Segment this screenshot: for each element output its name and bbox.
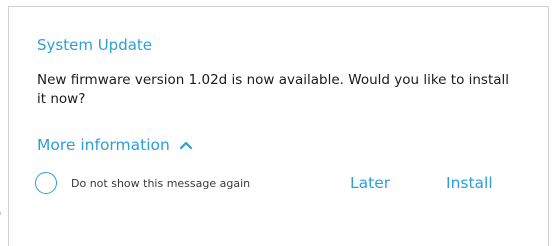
more-information-label: More information	[37, 136, 170, 154]
do-not-show-label: Do not show this message again	[71, 176, 251, 190]
dialog-message: New firmware version 1.02d is now availa…	[37, 72, 510, 107]
later-button[interactable]: Later	[350, 174, 390, 192]
do-not-show-option[interactable]: Do not show this message again	[35, 172, 250, 194]
edge-divider	[0, 212, 1, 215]
dialog-title: System Update	[37, 36, 153, 54]
chevron-up-icon	[179, 141, 192, 150]
update-dialog: System Update New firmware version 1.02d…	[8, 6, 549, 246]
do-not-show-radio[interactable]	[35, 172, 57, 194]
install-button[interactable]: Install	[446, 174, 493, 192]
more-information-toggle[interactable]: More information	[37, 136, 193, 154]
